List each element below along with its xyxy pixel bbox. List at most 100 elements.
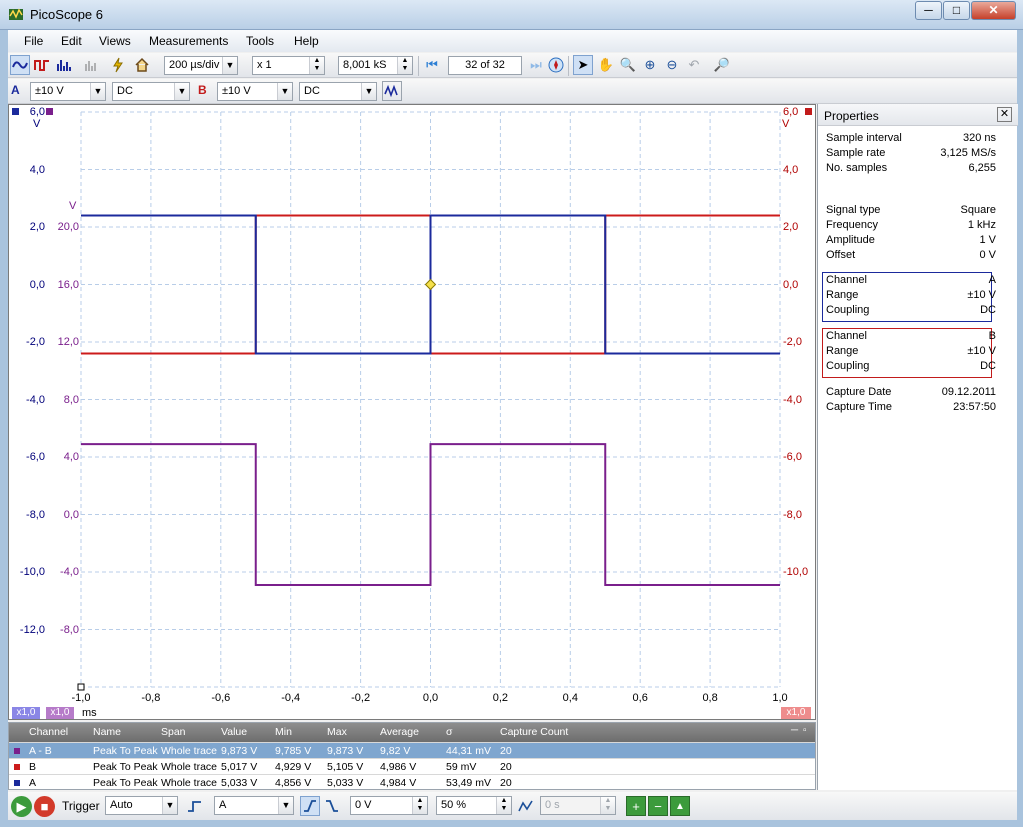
timebase-select[interactable]: 200 µs/div ▼ xyxy=(164,56,238,75)
property-value: 3,125 MS/s xyxy=(940,147,996,159)
trigger-mode-select[interactable]: Auto ▼ xyxy=(105,796,178,815)
property-value: 6,255 xyxy=(968,162,996,174)
scope-mode-icon[interactable] xyxy=(10,55,30,75)
zoom-in-icon[interactable]: ⊕ xyxy=(640,55,660,75)
zoom-region-icon[interactable]: 🔍 xyxy=(618,55,638,75)
column-header[interactable]: Name xyxy=(93,726,121,738)
column-header[interactable]: Max xyxy=(327,726,347,738)
channel-a-property: Channel A xyxy=(826,274,996,289)
minimize-icon[interactable]: ─ xyxy=(791,725,798,736)
menu-tools[interactable]: Tools xyxy=(246,34,274,48)
table-row[interactable]: A Peak To Peak Whole trace 5,033 V 4,856 V 5,… xyxy=(9,774,815,790)
close-button[interactable]: ✕ xyxy=(971,1,1016,20)
column-header[interactable]: σ xyxy=(446,726,452,738)
close-icon[interactable]: ✕ xyxy=(997,107,1012,122)
trigger-source-select[interactable]: A ▼ xyxy=(214,796,294,815)
column-header[interactable]: Average xyxy=(380,726,419,738)
property-value: DC xyxy=(980,304,996,316)
table-cell: 20 xyxy=(500,761,512,773)
restore-icon[interactable]: ▫ xyxy=(803,725,807,736)
property-value: 320 ns xyxy=(962,132,996,144)
column-header[interactable]: Span xyxy=(161,726,186,738)
property-row: Sample rate 3,125 MS/s xyxy=(826,147,996,162)
math-axis-tick: 20,0 xyxy=(57,221,79,233)
trigger-label: Trigger xyxy=(62,799,100,813)
column-header[interactable]: Min xyxy=(275,726,292,738)
table-cell: 9,873 V xyxy=(221,745,258,757)
threshold-stepper[interactable]: 0 V ▲ ▼ xyxy=(350,796,428,815)
zoom-overview-icon[interactable]: 🔎 xyxy=(712,55,732,75)
property-label: Capture Date xyxy=(826,386,892,398)
trigger-type-icon[interactable] xyxy=(185,796,205,816)
hand-tool-icon[interactable]: ✋ xyxy=(596,55,616,75)
buffer-page-field[interactable]: 32 of 32 xyxy=(448,56,522,75)
run-icon[interactable]: ▶ xyxy=(11,796,32,817)
buffer-navigator-icon[interactable] xyxy=(546,55,566,75)
channel-a-coupling-select[interactable]: DC ▼ xyxy=(112,82,190,101)
time-axis-tick: 0,4 xyxy=(562,692,578,704)
column-header[interactable]: Channel xyxy=(29,726,68,738)
zoom-stepper[interactable]: x 1 ▲ ▼ xyxy=(252,56,325,75)
measurements-header: Channel Name Span Value Min Max Average σ Captur… xyxy=(9,723,815,742)
select-tool-icon[interactable]: ➤ xyxy=(573,55,593,75)
menu-edit[interactable]: Edit xyxy=(61,34,82,48)
channel-options-icon[interactable] xyxy=(382,81,402,101)
property-value: 09.12.2011 xyxy=(941,386,996,398)
properties-panel: Properties ✕ Sample interval 320 ns Sample… xyxy=(817,104,1018,790)
chevron-down-icon: ▼ xyxy=(361,83,376,100)
minimize-button[interactable]: ─ xyxy=(915,1,942,20)
property-value: ±10 V xyxy=(967,345,996,357)
left-axis-tick: -10,0 xyxy=(19,566,45,578)
property-value: Square xyxy=(960,204,996,216)
menu-help[interactable]: Help xyxy=(294,34,319,48)
time-axis-tick: -0,4 xyxy=(281,692,301,704)
channel-a-property: Coupling DC xyxy=(826,304,996,319)
remove-measurement-icon[interactable]: − xyxy=(648,796,668,816)
time-axis-tick: 0,2 xyxy=(492,692,509,704)
channel-b-coupling-select[interactable]: DC ▼ xyxy=(299,82,377,101)
right-axis-tick: 4,0 xyxy=(783,163,799,176)
previous-buffer-icon[interactable]: ⏮ xyxy=(422,55,442,75)
next-buffer-icon[interactable]: ⏭ xyxy=(526,55,546,75)
channel-a-range-select[interactable]: ±10 V ▼ xyxy=(30,82,106,101)
table-cell: 20 xyxy=(500,777,512,789)
property-row: No. samples 6,255 xyxy=(826,162,996,177)
table-row[interactable]: A - B Peak To Peak Whole trace 9,873 V 9,785… xyxy=(9,742,815,758)
stop-icon[interactable]: ■ xyxy=(34,796,55,817)
channel-b-zoom-badge[interactable]: x1,0 xyxy=(781,707,811,719)
math-zoom-badge[interactable]: x1,0 xyxy=(46,707,74,719)
add-measurement-icon[interactable]: + xyxy=(626,796,646,816)
column-header[interactable]: Capture Count xyxy=(500,726,568,738)
home-icon[interactable] xyxy=(132,55,152,75)
table-row[interactable]: B Peak To Peak Whole trace 5,017 V 4,929 V 5,… xyxy=(9,758,815,774)
advanced-trigger-icon[interactable] xyxy=(516,796,536,816)
column-header[interactable]: Value xyxy=(221,726,247,738)
menu-measurements[interactable]: Measurements xyxy=(149,34,228,48)
trigger-delay-stepper[interactable]: 0 s ▲ ▼ xyxy=(540,796,616,815)
undo-zoom-icon[interactable]: ↶ xyxy=(684,55,704,75)
samples-stepper[interactable]: 8,001 kS ▲ ▼ xyxy=(338,56,413,75)
maximize-button[interactable]: □ xyxy=(943,1,970,20)
left-axis-tick: 0,0 xyxy=(29,278,45,291)
auto-setup-icon[interactable] xyxy=(108,55,128,75)
serial-decode-icon[interactable] xyxy=(82,55,102,75)
property-label: Offset xyxy=(826,249,856,261)
scope-view[interactable]: V V V 6,0 4,0 2,0 0,0 -2,0 -4,0 -6,0 -8,0 -10,0 -… xyxy=(8,104,816,720)
falling-edge-icon[interactable] xyxy=(322,796,342,816)
property-row: Signal type Square xyxy=(826,204,996,219)
right-axis-tick: 2,0 xyxy=(783,221,799,233)
time-axis-tick: 0,6 xyxy=(632,692,648,704)
channel-b-range-select[interactable]: ±10 V ▼ xyxy=(217,82,293,101)
menu-file[interactable]: File xyxy=(24,34,43,48)
channel-a-zoom-badge[interactable]: x1,0 xyxy=(12,707,40,719)
chevron-down-icon: ▼ xyxy=(278,797,293,814)
math-axis-tick: -8,0 xyxy=(60,623,79,636)
persistence-mode-icon[interactable] xyxy=(32,55,52,75)
menu-views[interactable]: Views xyxy=(99,34,131,48)
edit-measurement-icon[interactable]: ▲ xyxy=(670,796,690,816)
zoom-out-icon[interactable]: ⊖ xyxy=(662,55,682,75)
trigger-position-stepper[interactable]: 50 % ▲ ▼ xyxy=(436,796,512,815)
spectrum-mode-icon[interactable] xyxy=(54,55,74,75)
rising-edge-icon[interactable] xyxy=(300,796,320,816)
math-axis-unit: V xyxy=(69,200,77,212)
